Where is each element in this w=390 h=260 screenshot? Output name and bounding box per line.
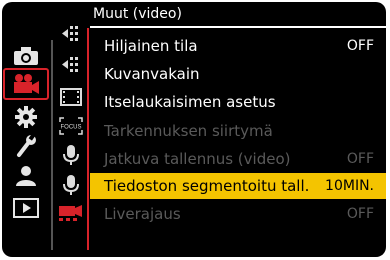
person-icon <box>16 165 36 186</box>
menu-item-label: Tiedoston segmentoitu tall. <box>104 177 310 195</box>
tab-my-menu[interactable] <box>6 162 46 189</box>
menu-item-value: OFF <box>346 38 374 54</box>
sub-tab-1[interactable] <box>54 21 88 47</box>
header-divider <box>90 26 386 28</box>
menu-item-label: Jatkuva tallennus (video) <box>104 150 291 168</box>
arrow-grid-icon <box>62 57 78 72</box>
menu-item-label: Hiljainen tila <box>104 37 198 55</box>
camera-menu-screen: Muut (video) FOCUS Hiljainen tila OFF Ku… <box>2 2 386 257</box>
sub-tab-divider <box>87 28 89 250</box>
focus-icon-label: FOCUS <box>61 125 82 131</box>
tab-video[interactable] <box>3 68 49 100</box>
film-strip-icon <box>60 88 82 106</box>
tab-camera[interactable] <box>6 42 46 69</box>
menu-item-label: Kuvanvakain <box>104 65 200 83</box>
menu-item-focus-transition: Tarkennuksen siirtymä <box>90 118 386 144</box>
menu-item-value: OFF <box>346 151 374 167</box>
main-tab-divider <box>51 40 53 250</box>
menu-item-loop-recording: Jatkuva tallennus (video) OFF <box>90 146 386 172</box>
video-settings-icon <box>59 205 82 221</box>
menu-item-label: Itselaukaisimen asetus <box>104 93 276 111</box>
menu-item-label: Liverajaus <box>104 205 181 223</box>
wrench-icon <box>17 133 36 157</box>
menu-item-value: 10MIN. <box>325 178 374 194</box>
sub-tab-7[interactable] <box>54 200 88 226</box>
camera-icon <box>14 46 38 65</box>
menu-title: Muut (video) <box>93 6 182 22</box>
tab-playback[interactable] <box>6 194 46 221</box>
sub-tab-4[interactable]: FOCUS <box>54 113 88 139</box>
sub-tab-6[interactable] <box>54 172 88 198</box>
gear-icon <box>15 105 37 128</box>
menu-item-stabilizer[interactable]: Kuvanvakain <box>90 61 386 87</box>
sub-tab-3[interactable] <box>54 84 88 110</box>
sub-tab-2[interactable] <box>54 52 88 78</box>
arrow-grid-icon <box>62 26 78 41</box>
menu-item-silent-mode[interactable]: Hiljainen tila OFF <box>90 33 386 59</box>
sub-tab-5[interactable] <box>54 142 88 168</box>
video-camera-icon <box>14 74 39 94</box>
menu-item-label: Tarkennuksen siirtymä <box>104 122 273 140</box>
focus-icon: FOCUS <box>59 117 83 135</box>
microphone-icon <box>63 145 79 165</box>
microphone-icon <box>63 175 79 195</box>
tab-setup[interactable] <box>6 132 46 159</box>
tab-custom[interactable] <box>6 103 46 130</box>
menu-item-value: OFF <box>346 206 374 222</box>
playback-icon <box>13 197 39 218</box>
menu-item-live-cropping: Liverajaus OFF <box>90 201 386 227</box>
menu-item-segmented-file[interactable]: Tiedoston segmentoitu tall. 10MIN. <box>90 173 386 199</box>
menu-item-self-timer[interactable]: Itselaukaisimen asetus <box>90 89 386 115</box>
